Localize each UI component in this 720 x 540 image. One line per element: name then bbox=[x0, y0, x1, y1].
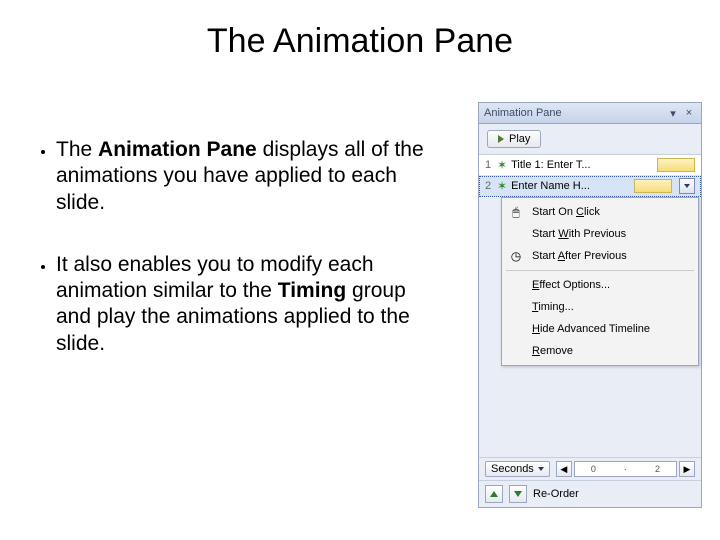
ruler-tick: 2 bbox=[655, 464, 660, 474]
reorder-down-button[interactable] bbox=[509, 485, 527, 503]
reorder-up-button[interactable] bbox=[485, 485, 503, 503]
duration-bar bbox=[634, 179, 672, 193]
list-item[interactable]: 1 ✶ Title 1: Enter T... bbox=[479, 155, 701, 176]
seconds-label: Seconds bbox=[491, 463, 534, 475]
bullet-2: It also enables you to modify each anima… bbox=[56, 252, 438, 357]
scrub-right-button[interactable]: ▶ bbox=[679, 461, 695, 477]
timeline-ruler[interactable]: 0 · 2 bbox=[574, 461, 677, 477]
chevron-down-icon bbox=[684, 184, 690, 188]
menu-timing[interactable]: Timing... bbox=[502, 296, 698, 318]
menu-effect-options[interactable]: Effect Options... bbox=[502, 274, 698, 296]
play-button[interactable]: Play bbox=[487, 130, 541, 148]
star-icon: ✶ bbox=[497, 158, 507, 172]
blank-icon bbox=[508, 343, 524, 359]
menu-start-with-previous[interactable]: Start With Previous bbox=[502, 223, 698, 245]
bullet-1: The Animation Pane displays all of the a… bbox=[56, 137, 438, 216]
play-row: Play bbox=[479, 124, 701, 155]
star-icon: ✶ bbox=[497, 179, 507, 193]
blank-icon bbox=[508, 277, 524, 293]
body-text: The Animation Pane displays all of the a… bbox=[38, 137, 438, 393]
animation-list: 1 ✶ Title 1: Enter T... 2 ✶ Enter Name H… bbox=[479, 155, 701, 366]
item-label: Enter Name H... bbox=[511, 180, 630, 192]
menu-remove[interactable]: Remove bbox=[502, 340, 698, 362]
item-label: Title 1: Enter T... bbox=[511, 159, 653, 171]
ruler-tick: 0 bbox=[591, 464, 596, 474]
duration-bar bbox=[657, 158, 695, 172]
menu-hide-timeline[interactable]: Hide Advanced Timeline bbox=[502, 318, 698, 340]
mouse-icon: 🖱 bbox=[508, 204, 524, 220]
scrub-left-button[interactable]: ◀ bbox=[556, 461, 572, 477]
blank-icon bbox=[508, 226, 524, 242]
seconds-row: Seconds ◀ 0 · 2 ▶ bbox=[479, 457, 701, 480]
item-index: 1 bbox=[485, 159, 493, 171]
item-dropdown-button[interactable] bbox=[679, 178, 695, 194]
arrow-down-icon bbox=[514, 491, 522, 497]
menu-start-on-click[interactable]: 🖱 Start On Click bbox=[502, 201, 698, 223]
blank-icon bbox=[508, 321, 524, 337]
arrow-up-icon bbox=[490, 491, 498, 497]
context-menu: 🖱 Start On Click Start With Previous ◷ S… bbox=[501, 197, 699, 366]
play-icon bbox=[498, 135, 504, 143]
close-icon[interactable]: × bbox=[682, 106, 696, 120]
clock-icon: ◷ bbox=[508, 248, 524, 264]
timeline-scrub: ◀ 0 · 2 ▶ bbox=[556, 461, 695, 477]
chevron-down-icon bbox=[538, 467, 544, 471]
blank-icon bbox=[508, 299, 524, 315]
seconds-dropdown[interactable]: Seconds bbox=[485, 461, 550, 477]
pane-titlebar: Animation Pane ▾ × bbox=[479, 103, 701, 124]
list-item[interactable]: 2 ✶ Enter Name H... bbox=[479, 176, 701, 197]
slide-title: The Animation Pane bbox=[0, 22, 720, 61]
menu-start-after-previous[interactable]: ◷ Start After Previous bbox=[502, 245, 698, 267]
ruler-tick: · bbox=[624, 464, 627, 474]
menu-separator bbox=[506, 270, 694, 271]
play-label: Play bbox=[509, 133, 530, 145]
pane-dropdown-icon[interactable]: ▾ bbox=[666, 106, 680, 120]
pane-title-text: Animation Pane bbox=[484, 107, 664, 119]
reorder-row: Re-Order bbox=[479, 480, 701, 507]
item-index: 2 bbox=[485, 180, 493, 192]
animation-pane: Animation Pane ▾ × Play 1 ✶ Title 1: Ent… bbox=[478, 102, 702, 508]
reorder-label: Re-Order bbox=[533, 488, 579, 500]
pane-footer: Seconds ◀ 0 · 2 ▶ Re-Order bbox=[479, 457, 701, 507]
